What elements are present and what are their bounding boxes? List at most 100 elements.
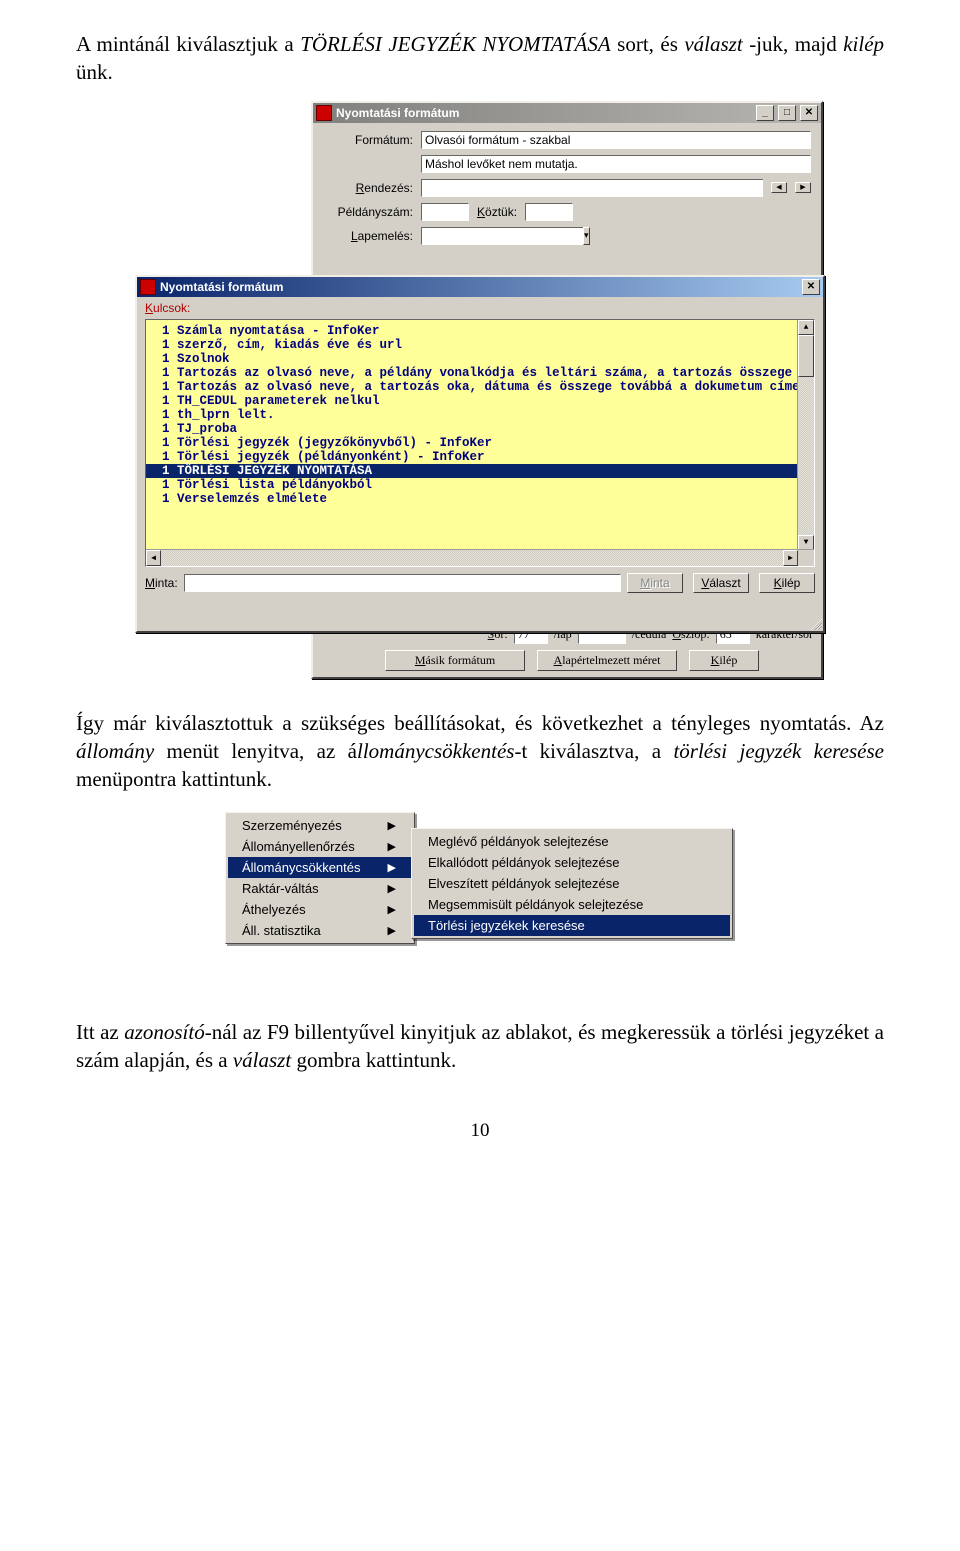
- intro-paragraph: A mintánál kiválasztjuk a TÖRLÉSI JEGYZÉ…: [76, 30, 884, 87]
- window-front-kulcsok: Nyomtatási formátum ✕ Kulcsok: 1 Számla …: [135, 275, 825, 633]
- label-minta: Minta:: [145, 576, 178, 590]
- spin-rendezes-r[interactable]: ▶: [795, 182, 811, 193]
- scroll-track[interactable]: [798, 335, 814, 535]
- intro-italic-2: választ: [684, 32, 742, 56]
- menu-item[interactable]: Törlési jegyzékek keresése: [414, 915, 730, 936]
- resize-grip-icon[interactable]: [808, 616, 822, 630]
- input-rendezes[interactable]: [421, 179, 763, 197]
- between-s1: Így már kiválasztottuk a szükséges beáll…: [76, 711, 884, 735]
- list-item[interactable]: 1 Törlési jegyzék (jegyzőkönyvből) - Inf…: [146, 436, 814, 450]
- screenshot-context-menu: Szerzeményezés▶Állományellenőrzés▶Állomá…: [225, 808, 735, 990]
- list-item[interactable]: 1 Tartozás az olvasó neve, a példány von…: [146, 366, 814, 380]
- input-peldanyszam[interactable]: [421, 203, 469, 221]
- combo-rendezes[interactable]: [421, 179, 763, 197]
- close-button-front[interactable]: ✕: [802, 279, 820, 295]
- list-item[interactable]: 1 Számla nyomtatása - InfoKer: [146, 324, 814, 338]
- horizontal-scrollbar[interactable]: ◀ ▶: [146, 549, 814, 566]
- titlebar-front-text: Nyomtatási formátum: [160, 280, 798, 294]
- app-icon: [316, 105, 332, 121]
- menu-item[interactable]: Raktár-váltás▶: [228, 878, 412, 899]
- close-button[interactable]: ✕: [800, 105, 818, 121]
- button-valaszt[interactable]: Választ: [693, 573, 749, 593]
- label-kulcsok: Kulcsok:: [145, 301, 190, 315]
- submenu-arrow-icon: ▶: [388, 924, 396, 937]
- list-item[interactable]: 1 TH_CEDUL parameterek nelkul: [146, 394, 814, 408]
- list-item[interactable]: 1 Szolnok: [146, 352, 814, 366]
- menu-item[interactable]: Megsemmisült példányok selejtezése: [414, 894, 730, 915]
- menu-item[interactable]: Áthelyezés▶: [228, 899, 412, 920]
- intro-mid2: -juk, majd: [749, 32, 843, 56]
- menu-item[interactable]: Elkallódott példányok selejtezése: [414, 852, 730, 873]
- intro-pre: A mintánál kiválasztjuk a: [76, 32, 300, 56]
- spin-rendezes[interactable]: ◀: [771, 182, 787, 193]
- scroll-up-icon[interactable]: ▲: [798, 320, 814, 335]
- after-paragraph: Itt az azonosító-nál az F9 billentyűvel …: [76, 1018, 884, 1075]
- button-kilep-back[interactable]: Kilép: [689, 650, 759, 671]
- label-lapemeles: Lapemelés:: [323, 229, 413, 243]
- hscroll-track[interactable]: [161, 550, 783, 566]
- after-it2: választ: [233, 1048, 291, 1072]
- context-menu-left[interactable]: Szerzeményezés▶Állományellenőrzés▶Állomá…: [225, 812, 415, 944]
- label-koztuk: Köztük:: [477, 205, 517, 219]
- button-minta[interactable]: Minta: [627, 573, 683, 593]
- menu-item[interactable]: Állománycsökkentés▶: [228, 857, 412, 878]
- submenu-arrow-icon: ▶: [388, 840, 396, 853]
- vertical-scrollbar[interactable]: ▲ ▼: [797, 320, 814, 550]
- submenu-arrow-icon: ▶: [388, 882, 396, 895]
- button-masik-formatum[interactable]: MMásik formátumásik formátum: [385, 650, 525, 671]
- page-number: 10: [76, 1120, 884, 1142]
- minimize-button[interactable]: _: [756, 105, 774, 121]
- after-s3: gombra kattintunk.: [291, 1048, 456, 1072]
- combo-lapemeles[interactable]: ▾: [421, 227, 541, 245]
- button-kilep-front[interactable]: Kilép: [759, 573, 815, 593]
- list-item[interactable]: 1 TJ_proba: [146, 422, 814, 436]
- submenu-arrow-icon: ▶: [388, 819, 396, 832]
- spin-left-icon[interactable]: ◀: [771, 182, 787, 193]
- between-s3: -t kiválasztva, a: [514, 739, 673, 763]
- scroll-right-icon[interactable]: ▶: [783, 550, 798, 566]
- submenu-arrow-icon: ▶: [388, 861, 396, 874]
- scroll-thumb[interactable]: [798, 335, 814, 377]
- list-item[interactable]: 1 th_lprn lelt.: [146, 408, 814, 422]
- button-alapertelmezett[interactable]: Alapértelmezett méret: [537, 650, 677, 671]
- list-item[interactable]: 1 Törlési lista példányokból: [146, 478, 814, 492]
- dropdown-icon[interactable]: ▾: [583, 227, 590, 245]
- listbox-kulcsok[interactable]: 1 Számla nyomtatása - InfoKer1 szerző, c…: [145, 319, 815, 567]
- input-koztuk[interactable]: [525, 203, 573, 221]
- titlebar-front: Nyomtatási formátum ✕: [137, 277, 823, 297]
- input-formatum[interactable]: [421, 131, 811, 149]
- input-sub[interactable]: [421, 155, 811, 173]
- scroll-left-icon[interactable]: ◀: [146, 550, 161, 566]
- scroll-down-icon[interactable]: ▼: [798, 535, 814, 550]
- menu-item[interactable]: Szerzeményezés▶: [228, 815, 412, 836]
- maximize-button[interactable]: □: [778, 105, 796, 121]
- list-item[interactable]: 1 Törlési jegyzék (példányonként) - Info…: [146, 450, 814, 464]
- screenshot-print-format: Nyomtatási formátum _ □ ✕ Formátum: Rend…: [135, 101, 825, 681]
- input-lapemeles[interactable]: [421, 227, 583, 245]
- list-item[interactable]: 1 TÖRLÉSI JEGYZÉK NYOMTATÁSA: [146, 464, 814, 478]
- list-item[interactable]: 1 szerző, cím, kiadás éve és url: [146, 338, 814, 352]
- app-icon-front: [140, 279, 156, 295]
- menu-item[interactable]: Állományellenőrzés▶: [228, 836, 412, 857]
- after-s1: Itt az: [76, 1020, 124, 1044]
- intro-italic-3: kilép: [843, 32, 884, 56]
- input-minta[interactable]: [184, 574, 621, 592]
- between-s4: menüpontra kattintunk.: [76, 767, 272, 791]
- between-it3: törlési jegyzék keresése: [673, 739, 884, 763]
- after-it1: azonosító: [124, 1020, 205, 1044]
- spin-right-icon[interactable]: ▶: [795, 182, 811, 193]
- scroll-corner: [798, 550, 814, 566]
- context-menu-right[interactable]: Meglévő példányok selejtezéseElkallódott…: [411, 828, 733, 939]
- list-item[interactable]: 1 Tartozás az olvasó neve, a tartozás ok…: [146, 380, 814, 394]
- between-it2: llománycsökkentés: [357, 739, 514, 763]
- intro-end: ünk.: [76, 60, 113, 84]
- label-formatum: Formátum:: [323, 133, 413, 147]
- menu-item[interactable]: Áll. statisztika▶: [228, 920, 412, 941]
- intro-italic-1: TÖRLÉSI JEGYZÉK NYOMTATÁSA: [300, 32, 610, 56]
- titlebar-back: Nyomtatási formátum _ □ ✕: [313, 103, 821, 123]
- intro-mid: sort, és: [617, 32, 684, 56]
- titlebar-back-text: Nyomtatási formátum: [336, 106, 752, 120]
- list-item[interactable]: 1 Verselemzés elmélete: [146, 492, 814, 506]
- menu-item[interactable]: Meglévő példányok selejtezése: [414, 831, 730, 852]
- menu-item[interactable]: Elveszített példányok selejtezése: [414, 873, 730, 894]
